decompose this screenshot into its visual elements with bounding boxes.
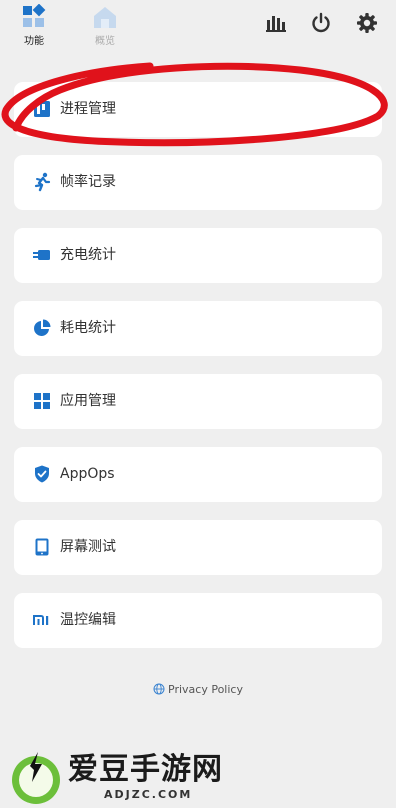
power-icon[interactable] xyxy=(309,11,333,35)
mi-logo-icon xyxy=(33,615,49,625)
charging-plug-icon xyxy=(33,250,50,260)
privacy-policy-link[interactable]: Privacy Policy xyxy=(0,683,396,696)
menu-item-thermal-edit[interactable]: 温控编辑 xyxy=(14,593,382,648)
menu-item-label: AppOps xyxy=(60,466,115,482)
tablet-screen-icon xyxy=(35,538,49,556)
pie-chart-icon xyxy=(34,319,51,336)
tab-functions-label: 功能 xyxy=(24,36,44,47)
menu-item-appops[interactable]: AppOps xyxy=(14,447,382,502)
function-grid-icon xyxy=(23,4,46,27)
menu-item-label: 帧率记录 xyxy=(60,174,116,190)
running-person-icon xyxy=(34,172,51,192)
menu-item-process-manager[interactable]: 进程管理 xyxy=(14,82,382,137)
site-watermark: 爱豆手游网 ADJZC.COM xyxy=(8,744,258,808)
menu-item-frame-rate[interactable]: 帧率记录 xyxy=(14,155,382,210)
settings-gear-icon[interactable] xyxy=(355,11,379,35)
menu-item-label: 温控编辑 xyxy=(60,612,116,628)
menu-item-label: 应用管理 xyxy=(60,393,116,409)
menu-item-label: 充电统计 xyxy=(60,247,116,263)
menu-item-charging-stats[interactable]: 充电统计 xyxy=(14,228,382,283)
app-grid-icon xyxy=(34,393,50,409)
tab-overview[interactable]: 概览 xyxy=(83,4,127,47)
watermark-url: ADJZC.COM xyxy=(104,788,193,801)
overview-home-icon xyxy=(94,7,116,28)
tab-functions[interactable]: 功能 xyxy=(12,4,56,47)
privacy-policy-label: Privacy Policy xyxy=(168,683,243,696)
process-manager-icon xyxy=(34,101,50,117)
bar-chart-icon[interactable] xyxy=(264,11,288,35)
menu-item-app-management[interactable]: 应用管理 xyxy=(14,374,382,429)
menu-item-label: 耗电统计 xyxy=(60,320,116,336)
watermark-site-name: 爱豆手游网 xyxy=(68,752,223,787)
watermark-logo-icon xyxy=(12,752,60,804)
menu-item-label: 屏幕测试 xyxy=(60,539,116,555)
shield-check-icon xyxy=(35,465,49,483)
menu-item-power-usage[interactable]: 耗电统计 xyxy=(14,301,382,356)
menu-item-screen-test[interactable]: 屏幕测试 xyxy=(14,520,382,575)
top-bar: 功能 概览 xyxy=(0,0,396,54)
tab-overview-label: 概览 xyxy=(95,36,115,47)
menu-item-label: 进程管理 xyxy=(60,101,116,117)
globe-icon xyxy=(153,683,165,695)
